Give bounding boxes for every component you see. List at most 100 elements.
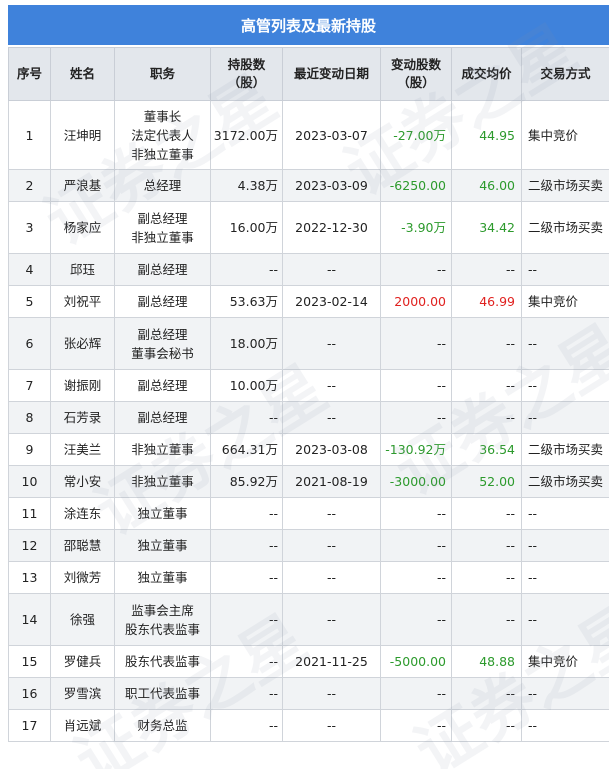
- row-price: --: [451, 369, 522, 402]
- position-line: 非独立董事: [131, 474, 194, 489]
- row-no: 13: [8, 561, 51, 594]
- row-holding: 10.00万: [210, 369, 283, 402]
- table-row: 10 常小安 非独立董事 85.92万 2021-08-19 -3000.00 52.00 二…: [8, 465, 609, 498]
- row-date: --: [282, 561, 381, 594]
- row-name: 邵聪慧: [50, 529, 115, 562]
- row-change: --: [380, 709, 452, 742]
- row-no: 2: [8, 169, 51, 202]
- row-price: 48.88: [451, 645, 522, 678]
- table-row: 4 邱珏 副总经理 -- -- -- -- --: [8, 253, 609, 286]
- position-line: 总经理: [143, 178, 182, 193]
- row-change: --: [380, 561, 452, 594]
- row-date: --: [282, 497, 381, 530]
- row-position: 非独立董事: [114, 433, 211, 466]
- row-holding: --: [210, 645, 283, 678]
- table-header-row: 序号 姓名 职务 持股数 （股） 最近变动日期 变动股数 （股） 成交均价 交易方式: [8, 47, 609, 101]
- header-price: 成交均价: [451, 47, 522, 101]
- row-price: --: [451, 401, 522, 434]
- position-line: 股东代表监事: [124, 621, 200, 637]
- row-mode: --: [521, 709, 609, 742]
- row-date: --: [282, 369, 381, 402]
- header-name: 姓名: [50, 47, 115, 101]
- row-name: 涂连东: [50, 497, 115, 530]
- table-row: 2 严浪基 总经理 4.38万 2023-03-09 -6250.00 46.00 二级市场买…: [8, 169, 609, 202]
- row-date: --: [282, 401, 381, 434]
- row-mode: --: [521, 317, 609, 370]
- row-name: 罗健兵: [50, 645, 115, 678]
- row-mode: 二级市场买卖: [521, 169, 609, 202]
- row-position: 股东代表监事: [114, 645, 211, 678]
- row-date: 2023-03-09: [282, 169, 381, 202]
- row-position: 副总经理: [114, 369, 211, 402]
- row-date: 2021-11-25: [282, 645, 381, 678]
- row-mode: --: [521, 253, 609, 286]
- row-position: 副总经理 非独立董事: [114, 201, 211, 254]
- row-name: 谢振刚: [50, 369, 115, 402]
- row-name: 刘微芳: [50, 561, 115, 594]
- row-name: 徐强: [50, 593, 115, 646]
- row-mode: --: [521, 497, 609, 530]
- row-no: 12: [8, 529, 51, 562]
- row-change: --: [380, 529, 452, 562]
- row-holding: --: [210, 593, 283, 646]
- row-position: 职工代表监事: [114, 677, 211, 710]
- row-change: --: [380, 317, 452, 370]
- position-line: 副总经理: [137, 410, 188, 425]
- row-name: 张必辉: [50, 317, 115, 370]
- table-row: 7 谢振刚 副总经理 10.00万 -- -- -- --: [8, 369, 609, 402]
- header-date: 最近变动日期: [282, 47, 381, 101]
- table-row: 14 徐强 监事会主席 股东代表监事 -- -- -- -- --: [8, 593, 609, 646]
- holdings-panel: 高管列表及最新持股 序号 姓名 职务 持股数 （股） 最近变动日期 变动股数 （股）…: [0, 0, 609, 769]
- row-mode: --: [521, 401, 609, 434]
- row-price: --: [451, 317, 522, 370]
- row-mode: 集中竞价: [521, 100, 609, 170]
- row-change: -5000.00: [380, 645, 452, 678]
- row-change: --: [380, 369, 452, 402]
- row-change: --: [380, 593, 452, 646]
- row-position: 总经理: [114, 169, 211, 202]
- row-change: --: [380, 677, 452, 710]
- position-line: 独立董事: [137, 538, 188, 553]
- header-change: 变动股数 （股）: [380, 47, 452, 101]
- position-line: 董事长: [143, 108, 182, 124]
- row-no: 7: [8, 369, 51, 402]
- row-price: --: [451, 253, 522, 286]
- row-price: --: [451, 529, 522, 562]
- row-price: 36.54: [451, 433, 522, 466]
- row-name: 罗雪滨: [50, 677, 115, 710]
- row-holding: 3172.00万: [210, 100, 283, 170]
- row-no: 5: [8, 285, 51, 318]
- position-line: 法定代表人: [131, 127, 194, 143]
- row-position: 监事会主席 股东代表监事: [114, 593, 211, 646]
- row-holding: --: [210, 529, 283, 562]
- row-holding: 53.63万: [210, 285, 283, 318]
- row-no: 4: [8, 253, 51, 286]
- row-position: 非独立董事: [114, 465, 211, 498]
- row-price: 34.42: [451, 201, 522, 254]
- position-line: 副总经理: [137, 262, 188, 277]
- row-holding: 664.31万: [210, 433, 283, 466]
- row-price: --: [451, 561, 522, 594]
- row-change: --: [380, 497, 452, 530]
- header-holding: 持股数 （股）: [210, 47, 283, 101]
- row-price: 44.95: [451, 100, 522, 170]
- row-position: 副总经理 董事会秘书: [114, 317, 211, 370]
- row-price: 46.00: [451, 169, 522, 202]
- row-holding: --: [210, 561, 283, 594]
- table-row: 17 肖远斌 财务总监 -- -- -- -- --: [8, 709, 609, 742]
- row-no: 3: [8, 201, 51, 254]
- table-row: 16 罗雪滨 职工代表监事 -- -- -- -- --: [8, 677, 609, 710]
- table-row: 8 石芳录 副总经理 -- -- -- -- --: [8, 401, 609, 434]
- position-line: 非独立董事: [131, 146, 194, 162]
- position-line: 副总经理: [137, 210, 188, 226]
- row-change: -3.90万: [380, 201, 452, 254]
- row-date: --: [282, 709, 381, 742]
- row-name: 常小安: [50, 465, 115, 498]
- row-change: -6250.00: [380, 169, 452, 202]
- position-line: 非独立董事: [131, 442, 194, 457]
- table-row: 13 刘微芳 独立董事 -- -- -- -- --: [8, 561, 609, 594]
- table-row: 1 汪坤明 董事长 法定代表人 非独立董事 3172.00万 2023-03-07 -27.0…: [8, 100, 609, 170]
- row-date: 2023-03-08: [282, 433, 381, 466]
- row-no: 15: [8, 645, 51, 678]
- table-row: 12 邵聪慧 独立董事 -- -- -- -- --: [8, 529, 609, 562]
